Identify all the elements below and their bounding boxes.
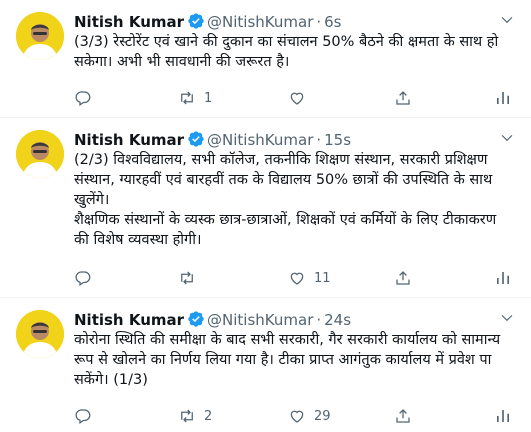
share-icon <box>396 271 410 285</box>
share-icon <box>396 409 410 423</box>
reply-icon <box>75 91 91 106</box>
retweet-count: 1 <box>204 90 213 106</box>
timestamp[interactable]: 6s <box>324 13 341 31</box>
retweet-button[interactable]: 1 <box>178 88 212 108</box>
retweet-icon <box>181 91 193 105</box>
share-icon <box>396 91 410 105</box>
tweet-card[interactable]: Nitish Kumar @NitishKumar · 15s (2/3) विश्व… <box>0 118 531 298</box>
tweet-actions: 11 <box>74 268 514 288</box>
reply-icon <box>75 409 91 424</box>
display-name[interactable]: Nitish Kumar <box>74 131 184 149</box>
timestamp[interactable]: 15s <box>324 131 351 149</box>
tweet-header: Nitish Kumar @NitishKumar · 6s <box>74 12 342 32</box>
separator-dot: · <box>316 131 322 149</box>
more-options-icon[interactable] <box>497 308 517 328</box>
share-button[interactable] <box>394 88 412 108</box>
like-button[interactable]: 11 <box>288 268 331 288</box>
separator-dot: · <box>316 311 322 329</box>
like-count: 11 <box>314 270 331 286</box>
retweet-button[interactable] <box>178 268 204 288</box>
timestamp[interactable]: 24s <box>324 311 351 329</box>
analytics-icon <box>497 92 509 104</box>
tweet-paragraph: (3/3) रेस्टोरेंट एवं खाने की दुकान का सं… <box>74 34 499 70</box>
retweet-icon <box>181 271 193 285</box>
like-count: 29 <box>314 408 331 424</box>
display-name[interactable]: Nitish Kumar <box>74 13 184 31</box>
analytics-icon <box>497 410 509 422</box>
share-button[interactable] <box>394 406 412 426</box>
tweet-header: Nitish Kumar @NitishKumar · 15s <box>74 130 351 150</box>
reply-icon <box>75 271 91 286</box>
retweet-icon <box>181 409 193 423</box>
tweet-header: Nitish Kumar @NitishKumar · 24s <box>74 310 351 330</box>
tweet-actions: 2 29 <box>74 406 514 426</box>
retweet-count: 2 <box>204 408 213 424</box>
more-options-icon[interactable] <box>497 10 517 30</box>
analytics-button[interactable] <box>494 406 512 426</box>
user-handle[interactable]: @NitishKumar <box>207 131 313 149</box>
user-handle[interactable]: @NitishKumar <box>207 311 313 329</box>
display-name[interactable]: Nitish Kumar <box>74 311 184 329</box>
tweet-text: (2/3) विश्वविद्यालय, सभी कॉलेज, तकनीकि श… <box>74 150 514 250</box>
like-button[interactable]: 29 <box>288 406 331 426</box>
tweet-text: कोरोना स्थिति की समीक्षा के बाद सभी सरका… <box>74 330 514 390</box>
avatar[interactable] <box>16 310 64 358</box>
avatar[interactable] <box>16 12 64 60</box>
like-button[interactable] <box>288 88 314 108</box>
tweet-paragraph: कोरोना स्थिति की समीक्षा के बाद सभी सरका… <box>74 332 501 388</box>
like-icon <box>290 92 304 105</box>
analytics-button[interactable] <box>494 268 512 288</box>
analytics-icon <box>497 272 509 284</box>
tweet-text: (3/3) रेस्टोरेंट एवं खाने की दुकान का सं… <box>74 32 514 72</box>
like-icon <box>290 272 304 285</box>
share-button[interactable] <box>394 268 412 288</box>
reply-button[interactable] <box>74 88 100 108</box>
reply-button[interactable] <box>74 268 100 288</box>
more-options-icon[interactable] <box>497 128 517 148</box>
tweet-paragraph: शैक्षणिक संस्थानों के व्यस्क छात्र-छात्र… <box>74 212 497 248</box>
analytics-button[interactable] <box>494 88 512 108</box>
tweet-card[interactable]: Nitish Kumar @NitishKumar · 24s कोरोना स्थि… <box>0 298 531 432</box>
tweet-actions: 1 <box>74 88 514 108</box>
user-handle[interactable]: @NitishKumar <box>207 13 313 31</box>
tweet-paragraph: (2/3) विश्वविद्यालय, सभी कॉलेज, तकनीकि श… <box>74 152 493 208</box>
separator-dot: · <box>316 13 322 31</box>
retweet-button[interactable]: 2 <box>178 406 212 426</box>
avatar[interactable] <box>16 130 64 178</box>
tweet-card[interactable]: Nitish Kumar @NitishKumar · 6s (3/3) रेस्टो… <box>0 0 531 118</box>
reply-button[interactable] <box>74 406 100 426</box>
like-icon <box>290 410 304 423</box>
